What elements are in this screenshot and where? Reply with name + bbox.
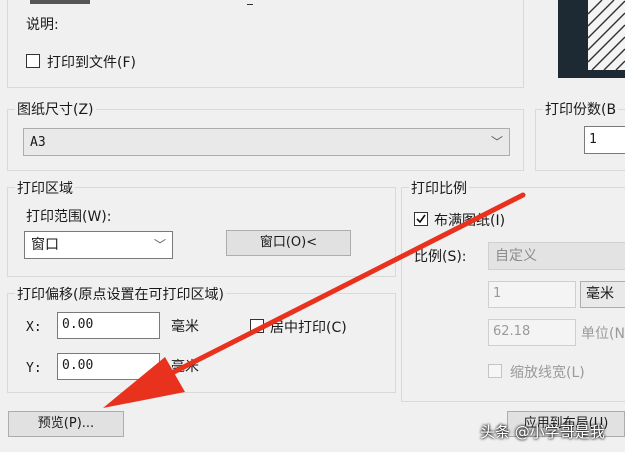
scale-value2-input[interactable]: 62.18 bbox=[488, 319, 576, 346]
scale-lineweights-checkbox[interactable] bbox=[488, 364, 502, 378]
paper-size-group-label: 图纸尺寸(Z) bbox=[15, 99, 96, 119]
checkmark-icon bbox=[416, 214, 426, 224]
offset-y-unit: 毫米 bbox=[171, 359, 199, 375]
hatch-preview-icon bbox=[587, 0, 625, 71]
description-label: 说明: bbox=[26, 17, 59, 33]
chevron-down-icon: ﹀ bbox=[153, 238, 166, 252]
scale-unit1-select[interactable]: 毫米 bbox=[580, 281, 625, 308]
paper-size-value: A3 bbox=[30, 135, 46, 150]
plot-range-select[interactable]: 窗口 ﹀ bbox=[24, 231, 173, 259]
print-to-file-checkbox[interactable] bbox=[26, 54, 40, 68]
paper-preview-thumbnail bbox=[558, 0, 625, 78]
scale-lineweights-label: 缩放线宽(L) bbox=[510, 365, 585, 381]
scale-select[interactable]: 自定义 bbox=[488, 242, 625, 270]
printer-group bbox=[7, 0, 524, 88]
scale-unit2-label: 单位(N bbox=[581, 326, 625, 342]
offset-x-input[interactable]: 0.00 bbox=[57, 312, 160, 339]
print-to-file-label: 打印到文件(F) bbox=[47, 55, 136, 71]
paper-size-select[interactable]: A3 ﹀ bbox=[23, 128, 510, 156]
scale-unit1-value: 毫米 bbox=[586, 286, 614, 302]
offset-x-unit: 毫米 bbox=[171, 319, 199, 335]
center-plot-checkbox[interactable] bbox=[250, 319, 264, 333]
watermark-text: 头条 @小学哥是我 bbox=[480, 423, 605, 441]
copies-group-label: 打印份数(B bbox=[543, 99, 619, 119]
plot-area-group-label: 打印区域 bbox=[15, 178, 75, 198]
offset-x-label: X: bbox=[26, 320, 42, 335]
scale-label: 比例(S): bbox=[414, 249, 467, 265]
plot-range-value: 窗口 bbox=[31, 237, 59, 253]
printer-name-remnant bbox=[30, 0, 90, 4]
fit-paper-checkbox[interactable] bbox=[414, 212, 428, 226]
plot-offset-group-label: 打印偏移(原点设置在可打印区域) bbox=[15, 284, 226, 304]
center-plot-label: 居中打印(C) bbox=[270, 320, 347, 336]
window-pick-button[interactable]: 窗口(O)< bbox=[226, 230, 351, 256]
preview-button[interactable]: 预览(P)... bbox=[8, 411, 124, 437]
copies-input[interactable]: 1 bbox=[584, 126, 625, 154]
scale-value: 自定义 bbox=[495, 248, 537, 264]
offset-y-label: Y: bbox=[26, 361, 42, 376]
plot-range-label: 打印范围(W): bbox=[26, 209, 112, 225]
printer-name-caret bbox=[247, 0, 253, 5]
fit-paper-label: 布满图纸(I) bbox=[434, 213, 506, 229]
chevron-down-icon: ﹀ bbox=[490, 135, 503, 149]
scale-value1-input[interactable]: 1 bbox=[488, 281, 576, 308]
plot-scale-group-label: 打印比例 bbox=[409, 178, 469, 198]
offset-y-input[interactable]: 0.00 bbox=[57, 353, 160, 380]
